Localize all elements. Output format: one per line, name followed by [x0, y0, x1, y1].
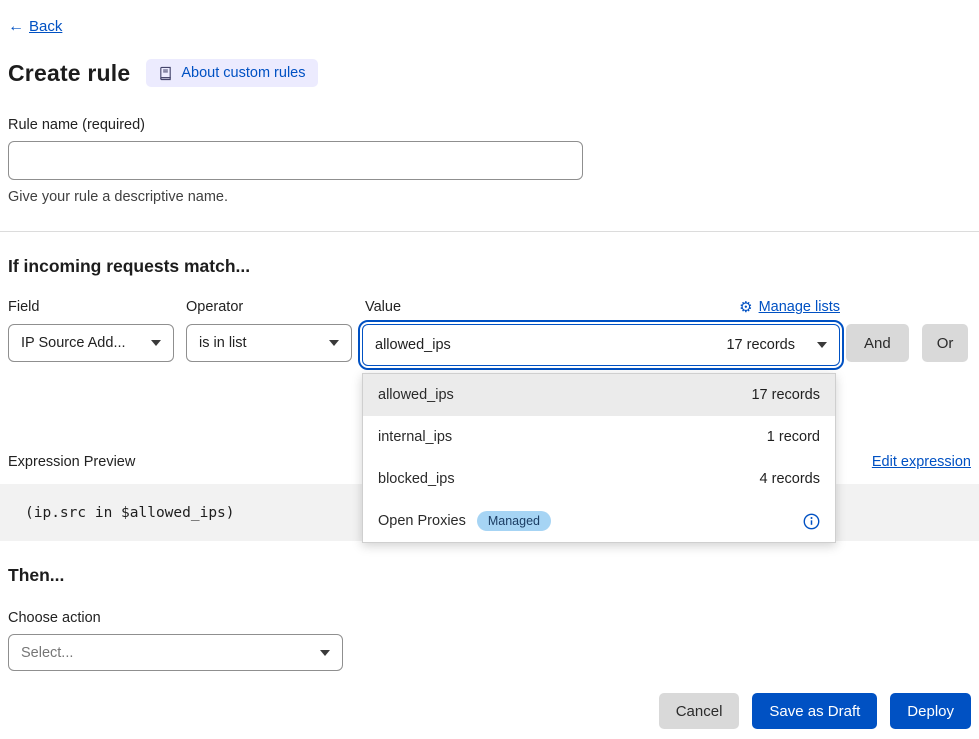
back-link[interactable]: ← Back: [8, 18, 62, 35]
cancel-button[interactable]: Cancel: [659, 693, 740, 729]
managed-badge: Managed: [477, 511, 551, 531]
rule-name-label: Rule name (required): [8, 117, 971, 133]
then-heading: Then...: [8, 565, 971, 586]
dropdown-item-open-proxies[interactable]: Open Proxies Managed: [363, 500, 835, 542]
gear-icon: ⚙: [739, 300, 752, 315]
operator-label: Operator: [186, 299, 352, 315]
list-item-name: blocked_ips: [378, 471, 455, 487]
list-item-name: internal_ips: [378, 429, 452, 445]
dropdown-item-allowed-ips[interactable]: allowed_ips 17 records: [363, 374, 835, 416]
field-label: Field: [8, 299, 174, 315]
title-row: Create rule About custom rules: [8, 59, 971, 87]
manage-lists-link[interactable]: ⚙ Manage lists: [739, 299, 840, 315]
info-icon[interactable]: [803, 513, 820, 530]
field-select[interactable]: IP Source Add...: [8, 324, 174, 362]
back-arrow-icon: ←: [8, 19, 24, 35]
deploy-button[interactable]: Deploy: [890, 693, 971, 729]
create-rule-page: ← Back Create rule About custom rules Ru…: [0, 0, 979, 739]
list-item-records: 1 record: [767, 429, 820, 445]
operator-select[interactable]: is in list: [186, 324, 352, 362]
dropdown-item-blocked-ips[interactable]: blocked_ips 4 records: [363, 458, 835, 500]
page-title: Create rule: [8, 60, 130, 87]
value-select-meta: 17 records: [726, 337, 795, 353]
match-column-labels: Field Operator Value ⚙ Manage lists: [8, 299, 971, 315]
chevron-down-icon: [329, 340, 339, 346]
or-button[interactable]: Or: [922, 324, 969, 362]
action-select-placeholder: Select...: [21, 645, 73, 661]
about-custom-rules-label: About custom rules: [181, 65, 305, 81]
list-item-name: allowed_ips: [378, 387, 454, 403]
back-link-label: Back: [29, 18, 62, 35]
chevron-down-icon: [817, 342, 827, 348]
expression-code-text: (ip.src in $allowed_ips): [25, 505, 235, 521]
book-icon: [158, 66, 173, 81]
list-item-name: Open Proxies: [378, 513, 466, 529]
manage-lists-label: Manage lists: [759, 299, 840, 315]
edit-expression-link[interactable]: Edit expression: [872, 454, 971, 470]
section-divider: [0, 231, 979, 232]
footer-actions: Cancel Save as Draft Deploy: [8, 693, 971, 729]
list-item-records: 4 records: [760, 471, 820, 487]
operator-select-value: is in list: [199, 335, 247, 351]
save-as-draft-button[interactable]: Save as Draft: [752, 693, 877, 729]
field-select-value: IP Source Add...: [21, 335, 126, 351]
chevron-down-icon: [320, 650, 330, 656]
value-label: Value: [365, 299, 401, 315]
dropdown-item-internal-ips[interactable]: internal_ips 1 record: [363, 416, 835, 458]
expression-preview-label: Expression Preview: [8, 454, 135, 470]
about-custom-rules-link[interactable]: About custom rules: [146, 59, 317, 87]
value-select[interactable]: allowed_ips 17 records: [362, 324, 840, 366]
choose-action-label: Choose action: [8, 610, 971, 626]
list-item-records: 17 records: [751, 387, 820, 403]
match-condition-row: IP Source Add... is in list allowed_ips …: [8, 324, 971, 366]
value-select-value: allowed_ips: [375, 337, 726, 353]
value-dropdown-menu: allowed_ips 17 records internal_ips 1 re…: [362, 373, 836, 543]
rule-name-help: Give your rule a descriptive name.: [8, 189, 971, 205]
and-button[interactable]: And: [846, 324, 909, 362]
action-select[interactable]: Select...: [8, 634, 343, 671]
match-heading: If incoming requests match...: [8, 256, 971, 277]
rule-name-input[interactable]: [8, 141, 583, 180]
chevron-down-icon: [151, 340, 161, 346]
